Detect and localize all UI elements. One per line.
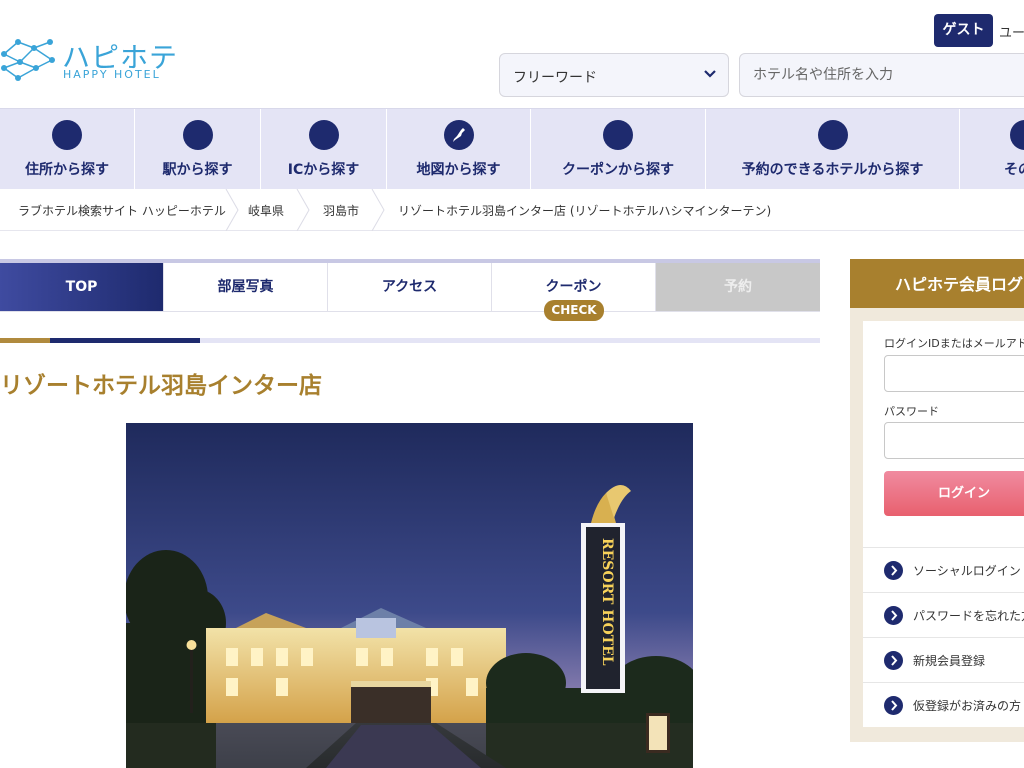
social-login-link[interactable]: ソーシャルログイン: [863, 547, 1024, 592]
register-link[interactable]: 新規会員登録: [863, 637, 1024, 682]
nav-item-reservable[interactable]: 予約のできるホテルから探す: [706, 109, 960, 189]
nav-label: ICから探す: [287, 162, 360, 178]
circle-icon: [182, 120, 213, 150]
nav-label: 地図から探す: [416, 162, 501, 178]
login-id-label: ログインIDまたはメールアドレス: [884, 337, 1024, 350]
tab-indicator: [0, 338, 820, 343]
breadcrumb-home[interactable]: ラブホテル検索サイト ハッピーホテル: [18, 202, 226, 219]
japan-map-icon: [443, 120, 474, 150]
tab-room-photos[interactable]: 部屋写真: [164, 263, 328, 312]
nav-item-address[interactable]: 住所から探す: [0, 109, 135, 189]
provisional-registration-link[interactable]: 仮登録がお済みの方: [863, 682, 1024, 727]
breadcrumb: ラブホテル検索サイト ハッピーホテル 岐阜県 羽島市 リゾートホテル羽島インター…: [0, 189, 1024, 231]
nav-item-ic[interactable]: ICから探す: [261, 109, 387, 189]
link-label: パスワードを忘れた方: [913, 609, 1024, 623]
circle-icon: [308, 120, 339, 150]
breadcrumb-separator-icon: [225, 189, 239, 231]
link-label: ソーシャルログイン: [913, 564, 1021, 578]
hotel-title: リゾートホテル羽島インター店: [0, 373, 322, 399]
nav-item-coupon[interactable]: クーポンから探す: [531, 109, 706, 189]
logo-subtext: HAPPY HOTEL: [63, 68, 161, 81]
tab-top[interactable]: TOP: [0, 263, 164, 312]
circle-icon: [603, 120, 633, 150]
tab-reserve: 予約: [656, 263, 820, 312]
breadcrumb-separator-icon: [371, 189, 385, 231]
circle-icon: [817, 120, 848, 150]
chevron-right-icon: [884, 606, 903, 625]
login-button[interactable]: ログイン: [884, 471, 1024, 516]
nav-item-other[interactable]: その他: [960, 109, 1024, 189]
search-type-value: フリーワード: [513, 70, 597, 86]
tab-access[interactable]: アクセス: [328, 263, 492, 312]
circle-icon: [52, 120, 82, 150]
breadcrumb-city[interactable]: 羽島市: [323, 202, 359, 219]
login-title: ハピホテ会員ログイン: [895, 275, 1024, 294]
user-label[interactable]: ユー: [999, 22, 1024, 41]
indicator-accent: [0, 338, 50, 343]
nav-item-map[interactable]: 地図から探す: [387, 109, 531, 189]
search-nav: 住所から探す 駅から探す ICから探す 地図から探す クーポンから探す 予約ので…: [0, 108, 1024, 189]
nav-label: 予約のできるホテルから探す: [741, 162, 924, 178]
chevron-down-icon: [704, 70, 716, 78]
link-label: 新規会員登録: [913, 654, 986, 668]
breadcrumb-current: リゾートホテル羽島インター店 (リゾートホテルハシマインターテン): [398, 204, 772, 218]
login-form: ログインIDまたはメールアドレス パスワード ログイン ソーシャルログイン パス…: [863, 321, 1024, 727]
hotel-photo[interactable]: RESORT HOTEL: [126, 423, 693, 768]
password-field[interactable]: [884, 422, 1024, 459]
site-header: ハピホテ HAPPY HOTEL ゲスト ユー フリーワード: [0, 0, 1024, 108]
chevron-right-icon: [884, 561, 903, 580]
guest-button[interactable]: ゲスト: [934, 14, 993, 47]
logo[interactable]: ハピホテ HAPPY HOTEL: [0, 34, 180, 84]
nav-item-station[interactable]: 駅から探す: [135, 109, 261, 189]
search-type-select[interactable]: フリーワード: [499, 53, 729, 97]
nav-label: その他: [1004, 162, 1024, 178]
chevron-right-icon: [884, 696, 903, 715]
nav-label: クーポンから探す: [562, 162, 674, 178]
network-logo-icon: [1, 39, 55, 81]
link-label: 仮登録がお済みの方: [913, 699, 1022, 713]
chevron-right-icon: [884, 651, 903, 670]
nav-label: 住所から探す: [25, 162, 109, 178]
resort-hotel-sign: RESORT HOTEL: [599, 538, 615, 666]
circle-icon: [1010, 120, 1024, 150]
password-label: パスワード: [884, 405, 939, 418]
search-input[interactable]: [739, 53, 1024, 97]
page: ハピホテ HAPPY HOTEL ゲスト ユー フリーワード 住所から探す 駅か…: [0, 0, 1024, 768]
breadcrumb-separator-icon: [296, 189, 310, 231]
login-id-field[interactable]: [884, 355, 1024, 392]
breadcrumb-prefecture[interactable]: 岐阜県: [248, 202, 284, 219]
login-panel: ハピホテ会員ログイン ログインIDまたはメールアドレス パスワード ログイン ソ…: [850, 259, 1024, 742]
nav-label: 駅から探す: [162, 162, 233, 178]
hotel-tabs: TOP 部屋写真 アクセス クーポン 予約: [0, 259, 820, 313]
login-header: ハピホテ会員ログイン: [850, 259, 1024, 308]
check-badge: CHECK: [544, 300, 604, 321]
forgot-password-link[interactable]: パスワードを忘れた方: [863, 592, 1024, 637]
indicator-active: [50, 338, 200, 343]
